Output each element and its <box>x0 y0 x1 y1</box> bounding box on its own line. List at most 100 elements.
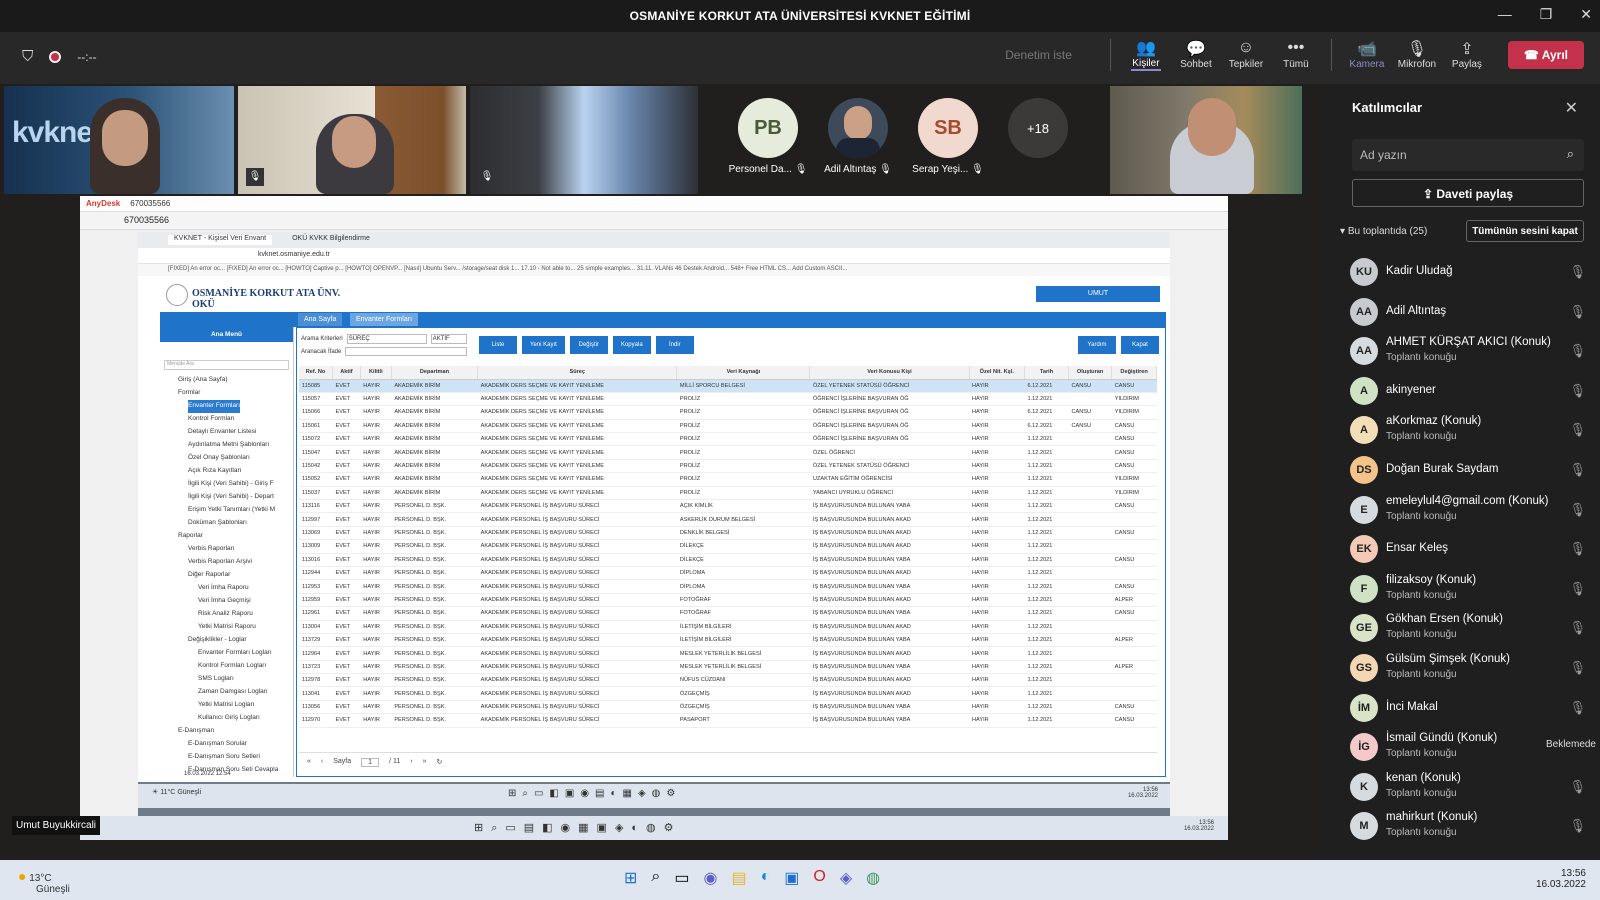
table-row[interactable]: 112959 EVET HAYIR PERSONEL D. BŞK. AKADEMİK … <box>299 593 1157 608</box>
gallery-avatar-tile[interactable]: SB Serap Yeşi... 🎙 <box>908 98 988 175</box>
chat-button[interactable]: 💬 Sohbet <box>1180 39 1212 70</box>
video-tile-participant-3[interactable]: 🎙 <box>470 86 698 194</box>
table-row[interactable]: 112961 EVET HAYIR PERSONEL D. BŞK. AKADEMİK … <box>299 606 1157 621</box>
mic-off-icon[interactable]: 🎙 <box>1569 541 1586 557</box>
mic-off-icon[interactable]: 🎙 <box>1569 502 1586 518</box>
participant-row[interactable]: AA AHMET KÜRŞAT AKICI (Konuk) Toplantı kon… <box>1350 331 1596 371</box>
table-row[interactable]: 113004 EVET HAYIR PERSONEL D. BŞK. AKADEMİK … <box>299 620 1157 634</box>
table-row[interactable]: 115052 EVET HAYIR AKADEMİK BİRİM AKADEMİK DE… <box>299 472 1157 487</box>
participant-row[interactable]: İM İnci Makal 🎙 <box>1350 688 1596 728</box>
mic-off-icon[interactable]: 🎙 <box>1569 383 1586 399</box>
edge-icon[interactable]: ◐ <box>761 868 771 888</box>
menu-item[interactable]: Aydınlatma Metni Şablonları <box>188 439 293 452</box>
participant-row[interactable]: GS Gülsüm Şimşek (Konuk) Toplantı konuğu 🎙 <box>1350 648 1596 688</box>
table-row[interactable]: 115085 EVET HAYIR AKADEMİK BİRİM AKADEMİK DE… <box>299 379 1157 393</box>
prev-page-icon[interactable]: ‹ <box>321 758 323 767</box>
menu-item[interactable]: Veri İmha Geçmişi <box>198 595 293 608</box>
participant-row[interactable]: EK Ensar Keleş 🎙 <box>1350 529 1596 569</box>
menu-item[interactable]: Açık Rıza Kayıtları <box>188 465 293 478</box>
request-control-button[interactable]: Denetim iste <box>1005 48 1072 62</box>
table-row[interactable]: 112964 EVET HAYIR PERSONEL D. BŞK. AKADEMİK … <box>299 646 1157 661</box>
mic-off-icon[interactable]: 🎙 <box>1569 343 1586 359</box>
menu-item[interactable]: Yetki Matrisi Logları <box>198 699 293 712</box>
bookmarks-bar[interactable]: [FIXED] An error oc... [FIXED] An error … <box>138 264 1170 276</box>
column-header[interactable]: Kilitli <box>360 366 392 380</box>
menu-item[interactable]: Özel Onay Şablonları <box>188 452 293 465</box>
menu-item[interactable]: Kontrol Formları <box>188 413 293 426</box>
video-tile-presenter[interactable]: kvknet <box>4 86 234 194</box>
menu-item[interactable]: Değişiklikler - Loglar <box>188 634 293 647</box>
menu-item[interactable]: İlgili Kişi (Veri Sahibi) - Depart <box>188 491 293 504</box>
mic-off-icon[interactable]: 🎙 <box>1569 264 1586 280</box>
copy-button[interactable]: Kopyala <box>612 336 651 354</box>
anydesk-address[interactable]: 670035566 <box>80 212 1228 230</box>
download-button[interactable]: İndir <box>655 336 694 354</box>
user-menu-button[interactable]: UMUT <box>1036 286 1160 302</box>
participant-row[interactable]: Eemeleylul4@gmail.com (Konuk) Toplantı ko… <box>1350 490 1596 530</box>
menu-item[interactable]: E-Danışman Soru Setleri <box>188 751 293 764</box>
mic-off-icon[interactable]: 🎙 <box>1569 422 1586 438</box>
gallery-overflow[interactable]: +18 <box>998 98 1078 164</box>
menu-item[interactable]: E-Danışman <box>178 725 293 738</box>
menu-item[interactable]: Risk Analiz Raporu <box>198 608 293 621</box>
menu-item[interactable]: Zaman Damgası Logları <box>198 686 293 699</box>
remote-desktop-window[interactable]: AnyDesk 670035566 670035566 KVKNET - Kiş… <box>80 196 1228 840</box>
table-row[interactable]: 113723 EVET HAYIR PERSONEL D. BŞK. AKADEMİK … <box>299 660 1157 675</box>
pager-page-input[interactable]: 1 <box>361 758 380 767</box>
participant-row[interactable]: Kkenan (Konuk) Toplantı konuğu 🎙 <box>1350 767 1596 807</box>
help-button[interactable]: Yardım <box>1078 336 1116 354</box>
column-header[interactable]: Özel Nit. Kşl. <box>969 366 1026 380</box>
leave-button[interactable]: ☎ Ayrıl <box>1507 40 1584 69</box>
tab-inventory-forms[interactable]: Envanter Formları <box>350 313 419 326</box>
menu-item[interactable]: Kullanıcı Giriş Logları <box>198 712 293 725</box>
mic-off-icon[interactable]: 🎙 <box>1569 818 1586 834</box>
chat-app-icon[interactable]: ◉ <box>704 868 718 888</box>
column-header[interactable]: Departman <box>391 366 479 380</box>
table-row[interactable]: 115066 EVET HAYIR AKADEMİK BİRİM AKADEMİK DE… <box>299 405 1157 420</box>
gallery-avatar-tile[interactable]: PB Personel Da... 🎙 <box>728 98 808 175</box>
video-tile-participant-4[interactable] <box>1110 86 1302 194</box>
menu-item[interactable]: Envanter Formları <box>188 400 241 413</box>
last-page-icon[interactable]: » <box>423 758 427 767</box>
refresh-icon[interactable]: ↻ <box>436 758 442 767</box>
participant-row[interactable]: AaKorkmaz (Konuk) Toplantı konuğu 🎙 <box>1350 410 1596 450</box>
video-tile-participant-2[interactable]: 🎙 <box>238 86 466 194</box>
participant-row[interactable]: KU Kadir Uludağ 🎙 <box>1350 252 1596 292</box>
filter-select-process[interactable]: SÜREÇ <box>346 334 427 344</box>
menu-search[interactable]: Menüde Ara <box>164 360 289 370</box>
session-tab[interactable]: 670035566 <box>130 199 170 208</box>
table-row[interactable]: 113016 EVET HAYIR PERSONEL D. BŞK. AKADEMİK … <box>299 553 1157 567</box>
table-row[interactable]: 115037 EVET HAYIR AKADEMİK BİRİM AKADEMİK DE… <box>299 486 1157 501</box>
participant-row[interactable]: Aakinyener 🎙 <box>1350 371 1596 411</box>
more-button[interactable]: ••• Tümü <box>1281 39 1311 70</box>
menu-item[interactable]: Raporlar <box>178 530 293 543</box>
task-view-icon[interactable]: ▭ <box>674 868 689 888</box>
mic-off-icon[interactable]: 🎙 <box>1569 700 1586 716</box>
browser-tab-kvknet[interactable]: KVKNET - Kişisel Veri Envant <box>168 235 273 245</box>
column-header[interactable]: Aktif <box>332 366 361 380</box>
column-header[interactable]: Süreç <box>477 366 678 380</box>
anydesk-tab[interactable]: AnyDesk <box>86 199 120 208</box>
table-row[interactable]: 112978 EVET HAYIR PERSONEL D. BŞK. AKADEMİK … <box>299 673 1157 688</box>
menu-item[interactable]: Erişim Yetki Tanımları (Yetki M <box>188 504 293 517</box>
menu-item[interactable]: Doküman Şablonları <box>188 517 293 530</box>
menu-item[interactable]: Yetki Matrisi Raporu <box>198 621 293 634</box>
table-row[interactable]: 113009 EVET HAYIR PERSONEL D. BŞK. AKADEMİK … <box>299 539 1157 554</box>
browser-url[interactable]: kvknet.osmaniye.edu.tr <box>138 248 1170 264</box>
participant-row[interactable]: AA Adil Altıntaş 🎙 <box>1350 292 1596 332</box>
reactions-button[interactable]: ☺ Tepkiler <box>1229 39 1263 70</box>
mute-all-button[interactable]: Tümünün sesini kapat <box>1466 220 1584 242</box>
next-page-icon[interactable]: › <box>410 758 412 767</box>
table-row[interactable]: 115042 EVET HAYIR AKADEMİK BİRİM AKADEMİK DE… <box>299 459 1157 474</box>
minimize-button[interactable]: — <box>1498 6 1512 23</box>
column-header[interactable]: Veri Kaynağı <box>676 366 811 380</box>
menu-item[interactable]: Kontrol Formları Logları <box>198 660 293 673</box>
new-record-button[interactable]: Yeni Kayıt <box>522 336 565 354</box>
table-row[interactable]: 112997 EVET HAYIR PERSONEL D. BŞK. AKADEMİK … <box>299 512 1157 527</box>
restore-button[interactable]: ❐ <box>1540 6 1553 23</box>
menu-item[interactable]: İlgili Kişi (Veri Sahibi) - Giriş F <box>188 478 293 491</box>
column-header[interactable]: Tarih <box>1024 366 1069 380</box>
mic-button[interactable]: 🎙 Mikrofon <box>1398 39 1436 70</box>
browser-tab-oku[interactable]: OKÜ KVKK Bilgilendirme <box>292 235 370 245</box>
participant-search-input[interactable]: Ad yazın ⌕ <box>1352 139 1584 171</box>
